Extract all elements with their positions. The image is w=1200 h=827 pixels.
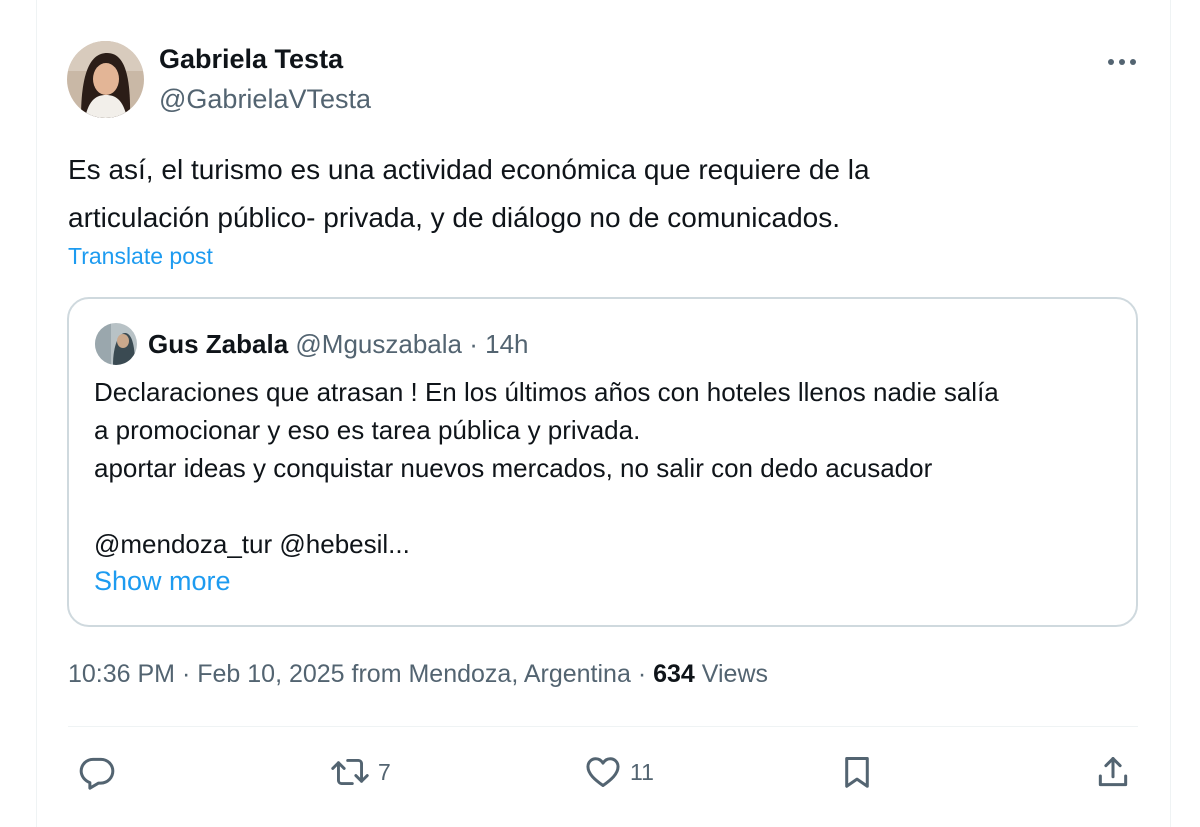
repost-icon [331, 759, 369, 785]
show-more-link[interactable]: Show more [94, 566, 231, 597]
timeline-border-left [36, 0, 37, 827]
quote-text-line: aportar ideas y conquistar nuevos mercad… [94, 453, 933, 483]
more-options-button[interactable] [1100, 44, 1144, 80]
heart-icon [586, 757, 620, 787]
quote-text-line: a promocionar y eso es tarea pública y p… [94, 415, 641, 445]
quote-text: Declaraciones que atrasan ! En los últim… [94, 373, 1124, 563]
meta-separator: · [637, 660, 647, 688]
views-label: Views [701, 660, 769, 688]
repost-count: 7 [378, 758, 391, 785]
quote-text-line: Declaraciones que atrasan ! En los últim… [94, 377, 999, 407]
reply-icon [79, 757, 115, 790]
timeline-border-right [1170, 0, 1171, 827]
quote-time[interactable]: 14h [485, 329, 528, 359]
views-count[interactable]: 634 [653, 660, 695, 688]
author-avatar[interactable] [67, 41, 144, 118]
share-icon [1098, 757, 1128, 787]
quote-separator: · [469, 329, 478, 359]
quote-header: Gus Zabala @Mguszabala · 14h [148, 329, 529, 360]
quote-text-line: @mendoza_tur @hebesil... [94, 529, 410, 559]
post-text-line: articulación público- privada, y de diál… [68, 202, 841, 233]
author-handle[interactable]: @GabrielaVTesta [159, 84, 371, 115]
post-text: Es así, el turismo es una actividad econ… [68, 146, 1128, 242]
quote-author-handle[interactable]: @Mguszabala [295, 329, 462, 359]
quote-text-line [94, 487, 1124, 525]
repost-button[interactable]: 7 [330, 750, 391, 794]
post-time[interactable]: 10:36 PM [68, 660, 175, 688]
reply-button[interactable] [78, 750, 116, 794]
action-bar-divider [68, 726, 1138, 727]
bookmark-icon [845, 757, 869, 788]
bookmark-button[interactable] [838, 750, 876, 794]
post-text-line: Es así, el turismo es una actividad econ… [68, 154, 870, 185]
meta-separator: · [181, 660, 191, 688]
like-button[interactable]: 11 [584, 750, 654, 794]
share-button[interactable] [1094, 750, 1132, 794]
quote-author-name[interactable]: Gus Zabala [148, 329, 288, 359]
quote-author-avatar[interactable] [95, 323, 137, 365]
translate-post-link[interactable]: Translate post [68, 243, 213, 270]
more-horizontal-icon [1108, 59, 1136, 65]
like-count: 11 [630, 758, 654, 785]
post-date-location[interactable]: Feb 10, 2025 from Mendoza, Argentina [197, 660, 631, 688]
quoted-post[interactable]: Gus Zabala @Mguszabala · 14h Declaracion… [67, 297, 1138, 627]
author-name[interactable]: Gabriela Testa [159, 44, 343, 75]
post-metadata: 10:36 PM · Feb 10, 2025 from Mendoza, Ar… [68, 660, 768, 689]
